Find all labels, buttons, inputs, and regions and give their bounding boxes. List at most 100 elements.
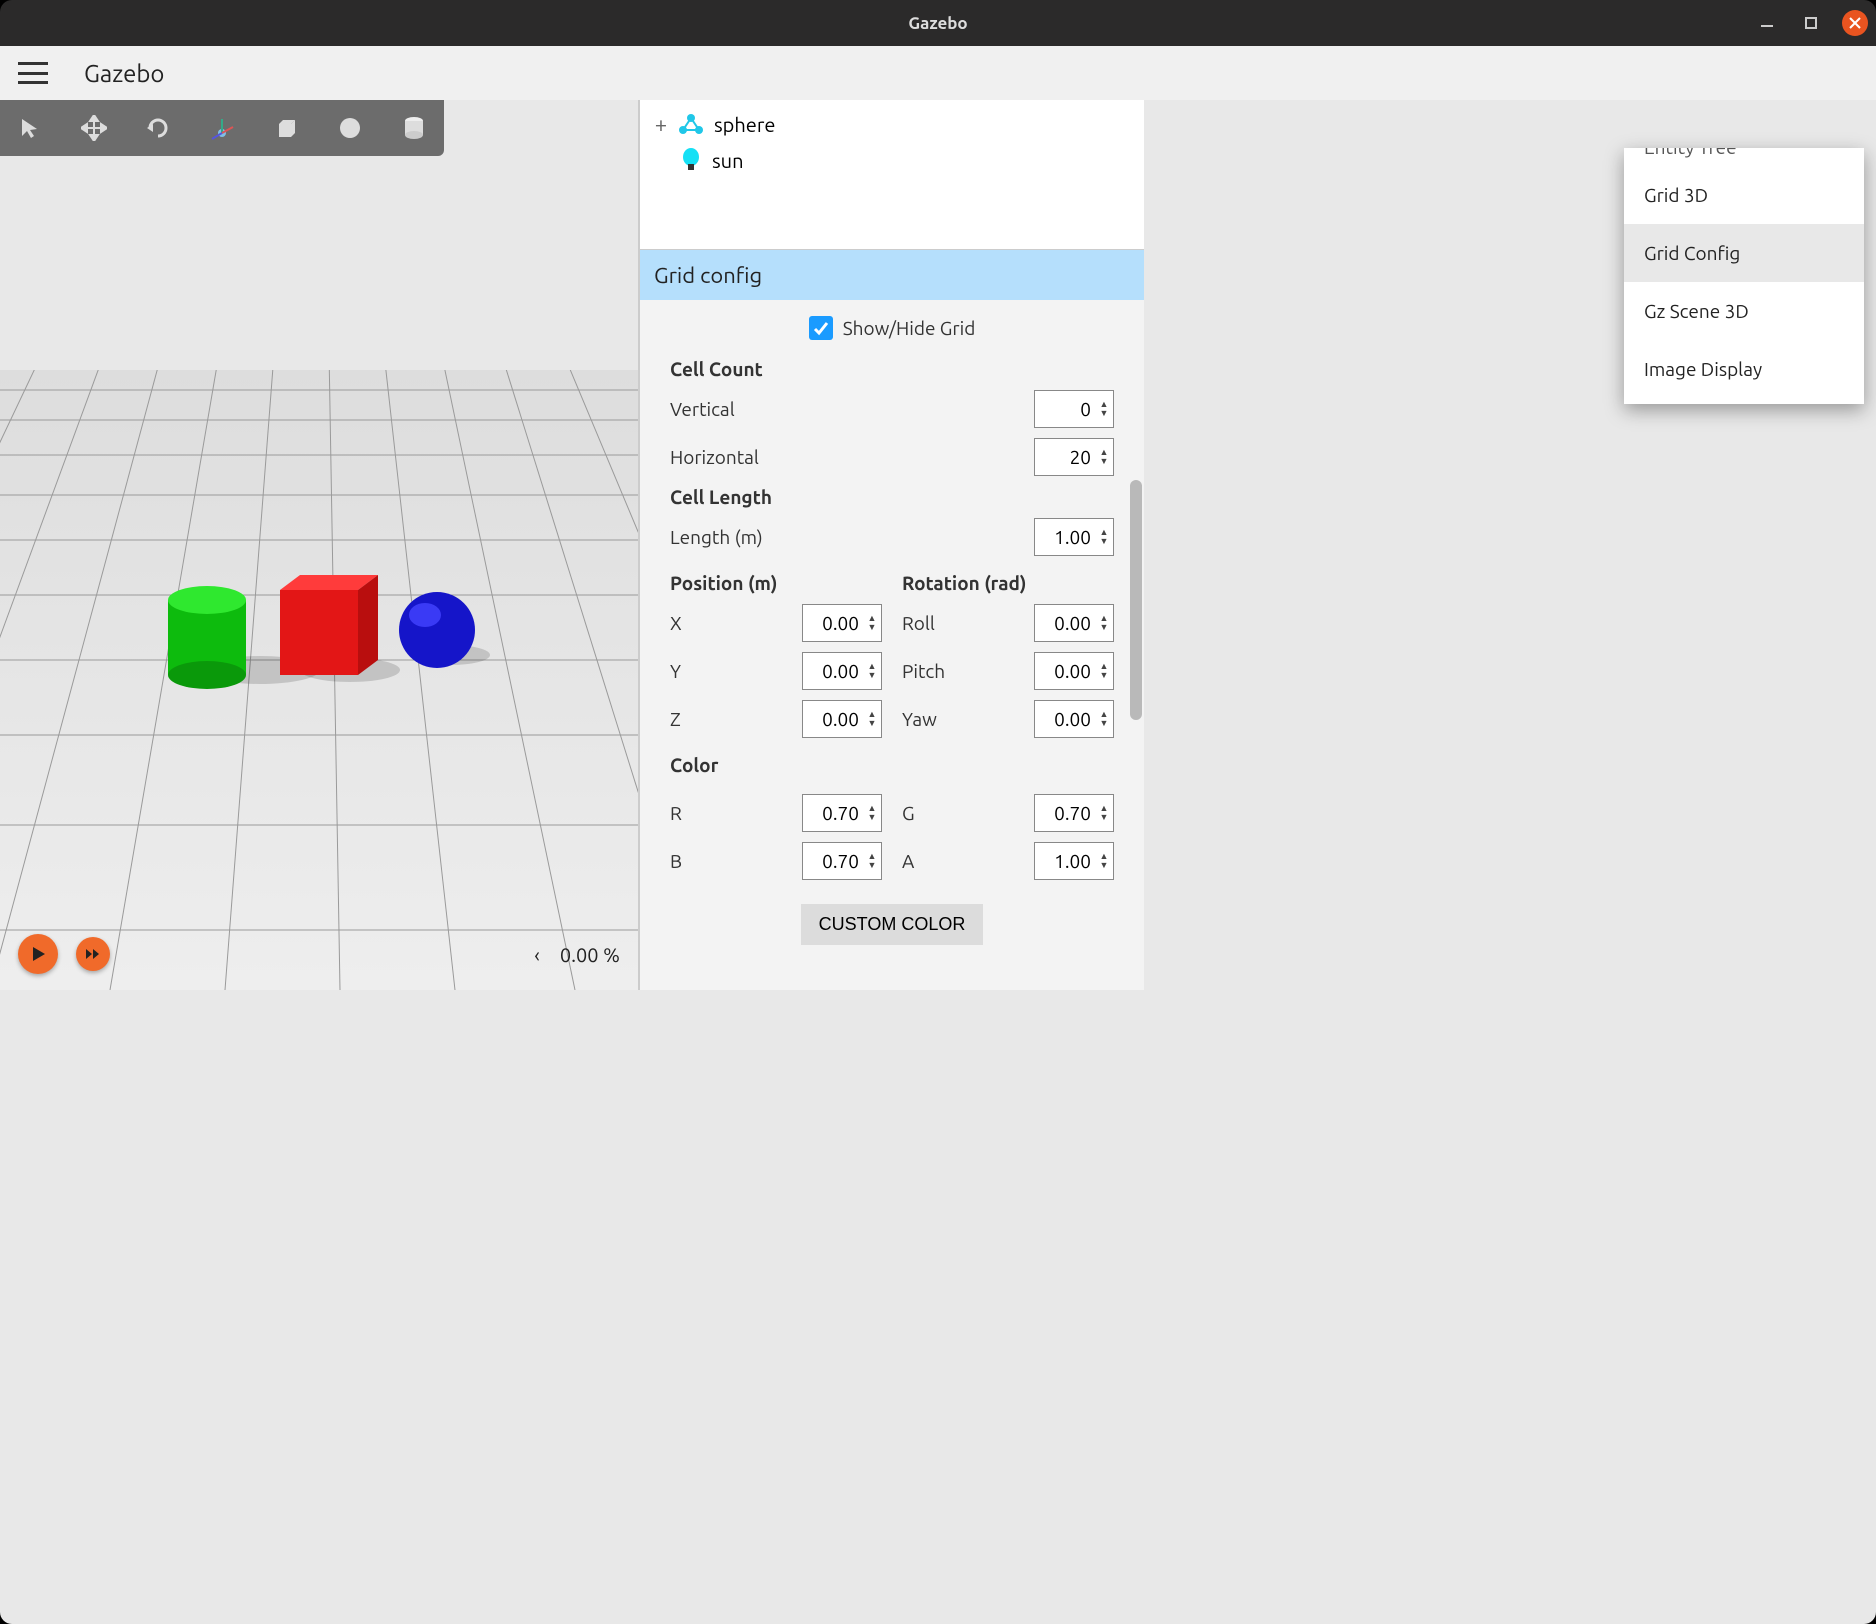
roll-input[interactable] xyxy=(1035,612,1095,634)
play-controls xyxy=(18,934,110,974)
spin-down-icon[interactable]: ▼ xyxy=(1097,719,1111,728)
menubar: Gazebo xyxy=(0,46,1876,100)
x-input[interactable] xyxy=(803,612,863,634)
insert-box-tool[interactable] xyxy=(266,108,306,148)
a-input[interactable] xyxy=(1035,850,1095,872)
entity-tree: + sphere sun xyxy=(640,100,1144,250)
minimize-button[interactable] xyxy=(1754,10,1780,36)
entity-tree-item-sun[interactable]: sun xyxy=(640,142,1144,178)
custom-color-button[interactable]: CUSTOM COLOR xyxy=(801,904,984,945)
r-input[interactable] xyxy=(803,802,863,824)
horizontal-spin[interactable]: ▲▼ xyxy=(1034,438,1114,476)
pitch-label: Pitch xyxy=(902,660,1026,682)
spin-down-icon[interactable]: ▼ xyxy=(865,623,879,632)
window-title: Gazebo xyxy=(908,14,967,33)
a-spin[interactable]: ▲▼ xyxy=(1034,842,1114,880)
cell-length-heading: Cell Length xyxy=(670,486,1114,508)
dropdown-item-grid-3d[interactable]: Grid 3D xyxy=(1624,166,1864,224)
z-input[interactable] xyxy=(803,708,863,730)
vertical-input[interactable] xyxy=(1035,398,1095,420)
g-spin[interactable]: ▲▼ xyxy=(1034,794,1114,832)
g-input[interactable] xyxy=(1035,802,1095,824)
scene-cylinder xyxy=(168,586,246,689)
show-hide-grid-label: Show/Hide Grid xyxy=(843,317,976,339)
entity-tree-item-sphere[interactable]: + sphere xyxy=(640,106,1144,142)
yaw-input[interactable] xyxy=(1035,708,1095,730)
plugin-dropdown-menu: Entity Tree Grid 3D Grid Config Gz Scene… xyxy=(1624,148,1864,404)
spin-down-icon[interactable]: ▼ xyxy=(1097,457,1111,466)
realtime-factor-label: 0.00 % xyxy=(560,943,620,966)
titlebar: Gazebo xyxy=(0,0,1876,46)
chevron-left-icon[interactable]: ‹ xyxy=(534,943,540,966)
spin-down-icon[interactable]: ▼ xyxy=(865,671,879,680)
status-readout: ‹ 0.00 % xyxy=(534,943,620,966)
y-label: Y xyxy=(670,660,794,682)
b-input[interactable] xyxy=(803,850,863,872)
y-spin[interactable]: ▲▼ xyxy=(802,652,882,690)
x-label: X xyxy=(670,612,794,634)
spin-down-icon[interactable]: ▼ xyxy=(1097,861,1111,870)
dropdown-item-image-display[interactable]: Image Display xyxy=(1624,340,1864,398)
step-forward-button[interactable] xyxy=(76,937,110,971)
select-tool[interactable] xyxy=(10,108,50,148)
r-spin[interactable]: ▲▼ xyxy=(802,794,882,832)
right-panel: + sphere sun xyxy=(638,100,1144,990)
show-hide-grid-checkbox[interactable] xyxy=(809,316,833,340)
position-heading: Position (m) xyxy=(670,572,882,594)
viewport-3d[interactable]: ‹ 0.00 % xyxy=(0,100,638,990)
horizontal-label: Horizontal xyxy=(670,446,1026,468)
spin-down-icon[interactable]: ▼ xyxy=(1097,409,1111,418)
spin-down-icon[interactable]: ▼ xyxy=(1097,623,1111,632)
expand-icon[interactable]: + xyxy=(654,112,668,137)
r-label: R xyxy=(670,802,794,824)
entity-label: sphere xyxy=(714,113,775,136)
pitch-input[interactable] xyxy=(1035,660,1095,682)
scale-tool[interactable] xyxy=(202,108,242,148)
roll-spin[interactable]: ▲▼ xyxy=(1034,604,1114,642)
b-spin[interactable]: ▲▼ xyxy=(802,842,882,880)
scene-sphere xyxy=(399,592,475,668)
maximize-button[interactable] xyxy=(1798,10,1824,36)
rotate-tool[interactable] xyxy=(138,108,178,148)
panel-scrollbar[interactable] xyxy=(1130,480,1142,720)
entity-label: sun xyxy=(712,149,744,172)
panel-header[interactable]: Grid config xyxy=(640,250,1144,300)
content-area: ‹ 0.00 % + sphere xyxy=(0,100,1876,1624)
spin-down-icon[interactable]: ▼ xyxy=(1097,537,1111,546)
dropdown-item-gz-scene-3d[interactable]: Gz Scene 3D xyxy=(1624,282,1864,340)
length-spin[interactable]: ▲▼ xyxy=(1034,518,1114,556)
length-label: Length (m) xyxy=(670,526,1026,548)
yaw-label: Yaw xyxy=(902,708,1026,730)
yaw-spin[interactable]: ▲▼ xyxy=(1034,700,1114,738)
play-button[interactable] xyxy=(18,934,58,974)
spin-down-icon[interactable]: ▼ xyxy=(865,719,879,728)
grid-config-body: Show/Hide Grid Cell Count Vertical ▲▼ Ho… xyxy=(640,300,1144,990)
insert-sphere-tool[interactable] xyxy=(330,108,370,148)
spin-down-icon[interactable]: ▼ xyxy=(1097,813,1111,822)
b-label: B xyxy=(670,850,794,872)
cell-count-heading: Cell Count xyxy=(670,358,1114,380)
rotation-heading: Rotation (rad) xyxy=(902,572,1114,594)
spin-down-icon[interactable]: ▼ xyxy=(1097,671,1111,680)
window-controls xyxy=(1754,10,1868,36)
app-name-label: Gazebo xyxy=(84,60,164,87)
dropdown-item-grid-config[interactable]: Grid Config xyxy=(1624,224,1864,282)
z-spin[interactable]: ▲▼ xyxy=(802,700,882,738)
spin-down-icon[interactable]: ▼ xyxy=(865,861,879,870)
close-button[interactable] xyxy=(1842,10,1868,36)
viewport-toolbar xyxy=(0,100,444,156)
vertical-label: Vertical xyxy=(670,398,1026,420)
spin-down-icon[interactable]: ▼ xyxy=(865,813,879,822)
length-input[interactable] xyxy=(1035,526,1095,548)
dropdown-item-entity-tree[interactable]: Entity Tree xyxy=(1624,148,1864,166)
pitch-spin[interactable]: ▲▼ xyxy=(1034,652,1114,690)
vertical-spin[interactable]: ▲▼ xyxy=(1034,390,1114,428)
model-icon xyxy=(678,113,704,135)
horizontal-input[interactable] xyxy=(1035,446,1095,468)
hamburger-menu-button[interactable] xyxy=(18,62,48,84)
translate-tool[interactable] xyxy=(74,108,114,148)
y-input[interactable] xyxy=(803,660,863,682)
insert-cylinder-tool[interactable] xyxy=(394,108,434,148)
z-label: Z xyxy=(670,708,794,730)
x-spin[interactable]: ▲▼ xyxy=(802,604,882,642)
